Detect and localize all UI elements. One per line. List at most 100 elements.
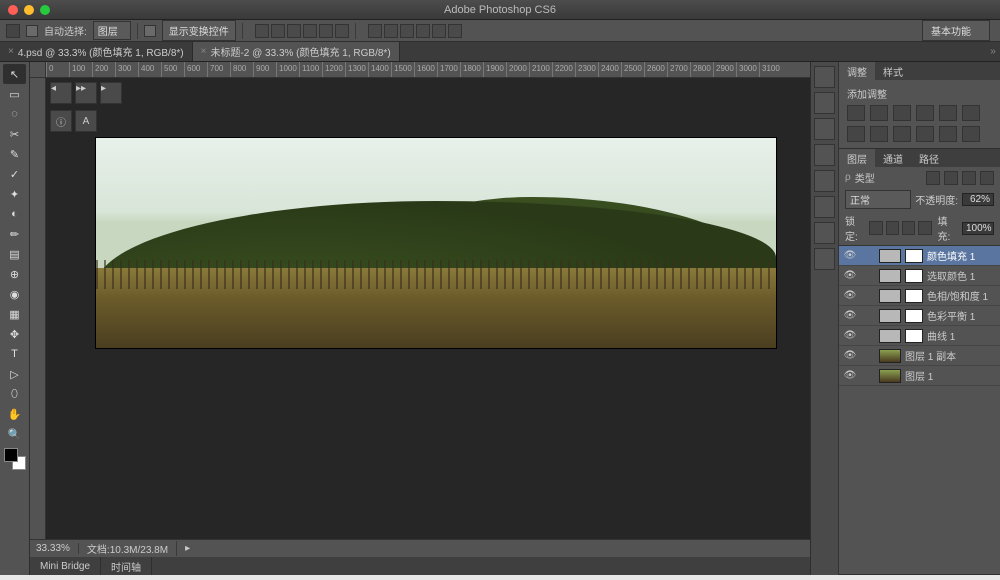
status-arrow-icon[interactable]: ▸ — [185, 543, 190, 554]
invert-icon[interactable] — [939, 126, 957, 142]
visibility-icon[interactable]: 👁 — [843, 250, 857, 261]
opacity-input[interactable]: 62% — [962, 193, 994, 206]
document-tab[interactable]: ×未标题-2 @ 33.3% (颜色填充 1, RGB/8*) — [193, 42, 400, 61]
tool-button[interactable]: ✥ — [3, 324, 26, 344]
auto-select-dropdown[interactable]: 图层 — [93, 21, 131, 40]
info-icon[interactable]: ⓘ — [50, 110, 72, 132]
tool-button[interactable]: ▭ — [3, 84, 26, 104]
tool-button[interactable]: 🔍 — [3, 424, 26, 444]
tool-button[interactable]: ◐ — [3, 204, 26, 224]
history-icon[interactable] — [814, 66, 835, 88]
distribute-icon[interactable] — [400, 24, 414, 38]
panel-icon[interactable]: ▸ — [100, 82, 122, 104]
levels-icon[interactable] — [870, 105, 888, 121]
tool-button[interactable]: ✏ — [3, 224, 26, 244]
exposure-icon[interactable] — [916, 105, 934, 121]
distribute-icon[interactable] — [448, 24, 462, 38]
layer-row[interactable]: 👁图层 1 副本 — [839, 346, 1000, 366]
photo-filter-icon[interactable] — [870, 126, 888, 142]
visibility-icon[interactable]: 👁 — [843, 290, 857, 301]
color-lookup-icon[interactable] — [916, 126, 934, 142]
layer-row[interactable]: 👁色相/饱和度 1 — [839, 286, 1000, 306]
brightness-icon[interactable] — [847, 105, 865, 121]
channel-mixer-icon[interactable] — [893, 126, 911, 142]
align-icon[interactable] — [319, 24, 333, 38]
minimize-icon[interactable] — [24, 5, 34, 15]
layer-row[interactable]: 👁色彩平衡 1 — [839, 306, 1000, 326]
blend-mode-dropdown[interactable]: 正常 — [845, 190, 911, 209]
layer-row[interactable]: 👁曲线 1 — [839, 326, 1000, 346]
document-tab[interactable]: ×4.psd @ 33.3% (颜色填充 1, RGB/8*) — [0, 42, 193, 61]
zoom-level[interactable]: 33.33% — [36, 543, 79, 554]
distribute-icon[interactable] — [384, 24, 398, 38]
doc-size[interactable]: 文档:10.3M/23.8M — [87, 541, 177, 556]
align-icon[interactable] — [255, 24, 269, 38]
tool-button[interactable]: ✂ — [3, 124, 26, 144]
panel-icon[interactable]: ◂ — [50, 82, 72, 104]
tabs-overflow-icon[interactable]: » — [986, 42, 1000, 61]
tool-button[interactable]: ◌ — [3, 104, 26, 124]
panel-icon[interactable] — [814, 196, 835, 218]
filter-icon[interactable] — [926, 171, 940, 185]
close-tab-icon[interactable]: × — [201, 46, 207, 57]
filter-icon[interactable] — [944, 171, 958, 185]
tool-button[interactable]: ✋ — [3, 404, 26, 424]
tab-timeline[interactable]: 时间轴 — [101, 557, 152, 575]
color-swatch[interactable] — [4, 448, 25, 472]
panel-icon[interactable] — [814, 118, 835, 140]
visibility-icon[interactable]: 👁 — [843, 350, 857, 361]
tool-button[interactable]: ✓ — [3, 164, 26, 184]
panel-icon[interactable] — [814, 170, 835, 192]
close-icon[interactable] — [8, 5, 18, 15]
tab-paths[interactable]: 路径 — [911, 149, 947, 167]
tool-button[interactable]: ↖ — [3, 64, 26, 84]
align-icon[interactable] — [287, 24, 301, 38]
align-icon[interactable] — [303, 24, 317, 38]
posterize-icon[interactable] — [962, 126, 980, 142]
distribute-icon[interactable] — [368, 24, 382, 38]
tool-button[interactable]: ✎ — [3, 144, 26, 164]
tool-button[interactable]: ▷ — [3, 364, 26, 384]
tool-button[interactable]: ▤ — [3, 244, 26, 264]
lock-transparent-icon[interactable] — [869, 221, 882, 235]
vibrance-icon[interactable] — [939, 105, 957, 121]
panel-icon[interactable] — [814, 144, 835, 166]
layer-row[interactable]: 👁颜色填充 1 — [839, 246, 1000, 266]
distribute-icon[interactable] — [416, 24, 430, 38]
lock-position-icon[interactable] — [902, 221, 915, 235]
move-tool-icon[interactable] — [6, 24, 20, 38]
tool-button[interactable]: T — [3, 344, 26, 364]
tool-button[interactable]: ▦ — [3, 304, 26, 324]
close-tab-icon[interactable]: × — [8, 46, 14, 57]
filter-icon[interactable] — [962, 171, 976, 185]
tool-button[interactable]: ⬯ — [3, 384, 26, 404]
layer-row[interactable]: 👁选取颜色 1 — [839, 266, 1000, 286]
lock-pixels-icon[interactable] — [886, 221, 899, 235]
visibility-icon[interactable]: 👁 — [843, 330, 857, 341]
actions-icon[interactable] — [814, 92, 835, 114]
hue-icon[interactable] — [962, 105, 980, 121]
visibility-icon[interactable]: 👁 — [843, 270, 857, 281]
transform-checkbox[interactable] — [144, 25, 156, 37]
visibility-icon[interactable]: 👁 — [843, 310, 857, 321]
workspace-dropdown[interactable]: 基本功能 — [922, 20, 990, 41]
tab-styles[interactable]: 样式 — [875, 62, 911, 80]
layer-row[interactable]: 👁图层 1 — [839, 366, 1000, 386]
tab-channels[interactable]: 通道 — [875, 149, 911, 167]
fill-input[interactable]: 100% — [962, 222, 994, 235]
filter-icon[interactable] — [980, 171, 994, 185]
align-icon[interactable] — [335, 24, 349, 38]
tab-adjustments[interactable]: 调整 — [839, 62, 875, 80]
auto-select-checkbox[interactable] — [26, 25, 38, 37]
panel-icon[interactable] — [814, 222, 835, 244]
panel-icon[interactable] — [814, 248, 835, 270]
bw-icon[interactable] — [847, 126, 865, 142]
tab-mini-bridge[interactable]: Mini Bridge — [30, 557, 101, 575]
maximize-icon[interactable] — [40, 5, 50, 15]
distribute-icon[interactable] — [432, 24, 446, 38]
align-icon[interactable] — [271, 24, 285, 38]
character-icon[interactable]: A — [75, 110, 97, 132]
show-transform-button[interactable]: 显示变换控件 — [162, 20, 236, 41]
viewport[interactable]: ◂▸▸▸ ⓘA — [46, 78, 810, 539]
curves-icon[interactable] — [893, 105, 911, 121]
